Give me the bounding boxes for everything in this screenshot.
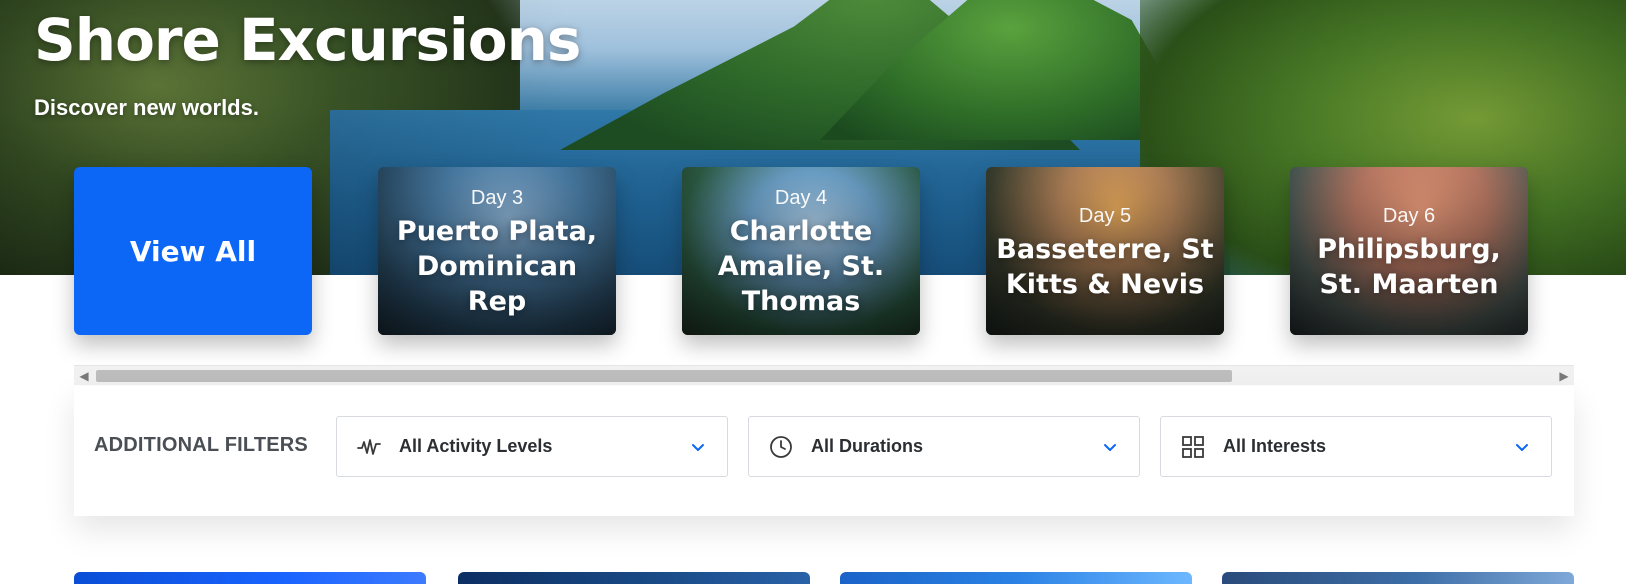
duration-select[interactable]: All Durations bbox=[748, 416, 1140, 477]
port-card-day-4[interactable]: Day 4 Charlotte Amalie, St. Thomas bbox=[682, 167, 920, 335]
page-subtitle: Discover new worlds. bbox=[34, 95, 259, 120]
excursion-card-image[interactable] bbox=[1222, 572, 1574, 584]
port-card-port-name: Basseterre, St Kitts & Nevis bbox=[996, 234, 1214, 300]
port-card-day-label: Day 3 bbox=[470, 187, 524, 209]
activity-level-select[interactable]: All Activity Levels bbox=[336, 416, 728, 477]
port-card-day-label: Day 4 bbox=[774, 187, 828, 209]
scroll-thumb[interactable] bbox=[96, 370, 1232, 382]
excursion-card-image[interactable] bbox=[74, 572, 426, 584]
chevron-down-icon bbox=[1099, 436, 1121, 458]
port-card-day-label: Day 5 bbox=[1078, 205, 1132, 227]
page-title: Shore Excursions bbox=[34, 6, 581, 74]
clock-icon bbox=[767, 433, 795, 461]
chevron-down-icon bbox=[687, 436, 709, 458]
scroll-track[interactable] bbox=[96, 370, 1552, 382]
port-card-content: Day 6 Philipsburg, St. Maarten bbox=[1300, 205, 1518, 302]
port-card-day-3[interactable]: Day 3 Puerto Plata, Dominican Rep bbox=[378, 167, 616, 335]
carousel-scrollbar[interactable]: ◀ ▶ bbox=[74, 365, 1574, 385]
duration-value: All Durations bbox=[811, 436, 924, 456]
ports-carousel: View All Day 3 Puerto Plata, Dominican R… bbox=[74, 167, 1574, 337]
shore-excursions-page: Shore Excursions Discover new worlds. Vi… bbox=[0, 0, 1626, 584]
grid-icon bbox=[1179, 433, 1207, 461]
port-card-day-6[interactable]: Day 6 Philipsburg, St. Maarten bbox=[1290, 167, 1528, 335]
activity-wave-icon bbox=[355, 433, 383, 461]
excursion-card-image[interactable] bbox=[458, 572, 810, 584]
port-card-day-5[interactable]: Day 5 Basseterre, St Kitts & Nevis bbox=[986, 167, 1224, 335]
activity-level-value: All Activity Levels bbox=[399, 436, 553, 456]
chevron-down-icon bbox=[1511, 436, 1533, 458]
interests-select[interactable]: All Interests bbox=[1160, 416, 1552, 477]
excursion-card-image[interactable] bbox=[840, 572, 1192, 584]
port-card-content: Day 3 Puerto Plata, Dominican Rep bbox=[388, 187, 606, 319]
scroll-left-icon[interactable]: ◀ bbox=[76, 366, 92, 386]
port-card-port-name: Charlotte Amalie, St. Thomas bbox=[717, 216, 885, 317]
additional-filters-panel: ADDITIONAL FILTERS All Activity Levels A… bbox=[74, 386, 1574, 516]
scroll-right-icon[interactable]: ▶ bbox=[1556, 366, 1572, 386]
port-card-day-label: Day 6 bbox=[1382, 205, 1436, 227]
interests-value: All Interests bbox=[1223, 436, 1327, 456]
view-all-button[interactable]: View All bbox=[74, 167, 312, 335]
excursion-cards-row bbox=[74, 572, 1574, 584]
additional-filters-label: ADDITIONAL FILTERS bbox=[94, 434, 308, 456]
port-card-content: Day 4 Charlotte Amalie, St. Thomas bbox=[692, 187, 910, 319]
port-card-content: Day 5 Basseterre, St Kitts & Nevis bbox=[996, 205, 1214, 302]
port-card-port-name: Puerto Plata, Dominican Rep bbox=[396, 216, 598, 317]
port-card-port-name: Philipsburg, St. Maarten bbox=[1317, 234, 1501, 300]
